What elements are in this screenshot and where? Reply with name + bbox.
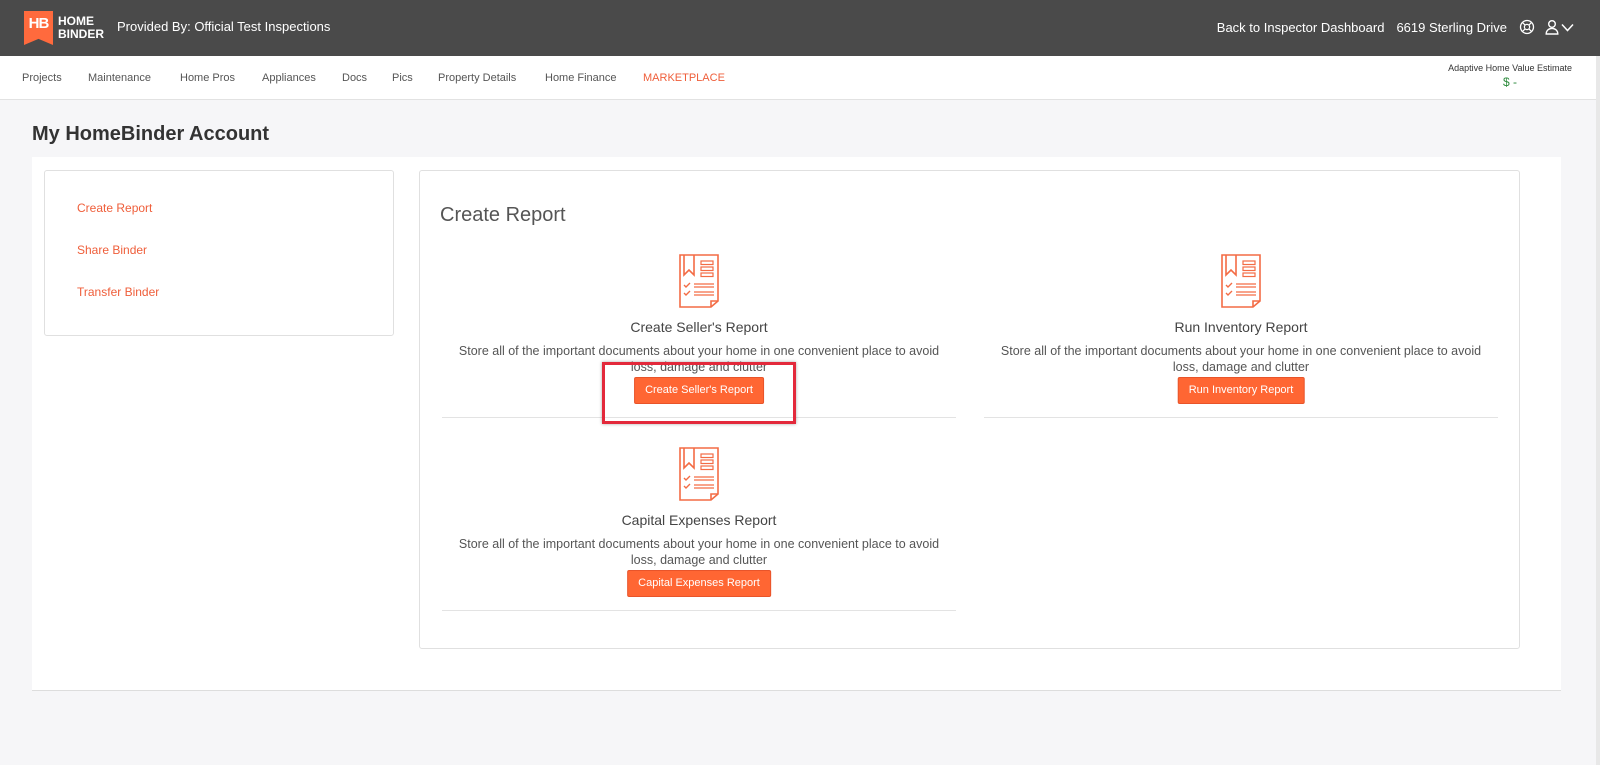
logo-line-2: BINDER xyxy=(58,27,105,41)
top-bar: HB HOME BINDER Provided By: Official Tes… xyxy=(0,0,1600,56)
card-title: Capital Expenses Report xyxy=(621,512,777,528)
address-text: 6619 Sterling Drive xyxy=(1396,19,1507,35)
card-description: Store all of the important documents abo… xyxy=(1000,344,1482,374)
create-report-panel: Create Report Create Seller's Report Sto… xyxy=(419,170,1520,649)
card-description: Store all of the important documents abo… xyxy=(458,537,940,567)
report-document-icon xyxy=(679,447,719,501)
home-value-amount: $ - xyxy=(1503,75,1518,89)
back-to-dashboard-link[interactable]: Back to Inspector Dashboard xyxy=(1217,20,1385,35)
home-value-label: Adaptive Home Value Estimate xyxy=(1448,63,1572,73)
top-right-menu: Back to Inspector Dashboard 6619 Sterlin… xyxy=(1205,19,1574,35)
sidebar-item-create-report[interactable]: Create Report xyxy=(77,201,152,215)
report-document-icon xyxy=(679,254,719,308)
panel-title: Create Report xyxy=(440,204,566,226)
highlight-box xyxy=(602,362,796,424)
page-title: My HomeBinder Account xyxy=(32,123,270,145)
logo-badge: HB xyxy=(24,11,53,45)
card-title: Run Inventory Report xyxy=(1174,319,1308,335)
provided-by-text: Provided By: Official Test Inspections xyxy=(117,19,331,34)
nav-property-details[interactable]: Property Details xyxy=(438,72,516,84)
home-value-estimate: Adaptive Home Value Estimate $ - xyxy=(1448,63,1572,89)
inventory-report-card: Run Inventory Report Store all of the im… xyxy=(984,253,1498,418)
scrollbar[interactable] xyxy=(1596,56,1600,765)
nav-maintenance[interactable]: Maintenance xyxy=(88,72,151,84)
sidebar-item-transfer-binder[interactable]: Transfer Binder xyxy=(77,285,159,299)
capital-expenses-card: Capital Expenses Report Store all of the… xyxy=(442,446,956,611)
sidebar-item-share-binder[interactable]: Share Binder xyxy=(77,243,147,257)
logo-text: HOME BINDER xyxy=(58,15,104,41)
nav-docs[interactable]: Docs xyxy=(342,72,367,84)
help-icon[interactable] xyxy=(1519,19,1535,35)
caret-down-icon[interactable] xyxy=(1561,23,1574,32)
account-sidebar: Create Report Share Binder Transfer Bind… xyxy=(44,170,394,336)
nav-home-finance[interactable]: Home Finance xyxy=(545,72,617,84)
run-inventory-report-button[interactable]: Run Inventory Report xyxy=(1177,377,1305,404)
user-icon[interactable] xyxy=(1545,19,1559,35)
nav-appliances[interactable]: Appliances xyxy=(262,72,316,84)
capital-expenses-report-button[interactable]: Capital Expenses Report xyxy=(627,570,771,597)
account-content: Create Report Share Binder Transfer Bind… xyxy=(32,157,1561,691)
homebinder-logo[interactable]: HB HOME BINDER xyxy=(24,11,104,45)
card-title: Create Seller's Report xyxy=(630,319,768,335)
nav-home-pros[interactable]: Home Pros xyxy=(180,72,235,84)
nav-marketplace[interactable]: MARKETPLACE xyxy=(643,72,725,84)
nav-projects[interactable]: Projects xyxy=(22,72,62,84)
main-nav: Projects Maintenance Home Pros Appliance… xyxy=(0,56,1596,100)
report-document-icon xyxy=(1221,254,1261,308)
nav-pics[interactable]: Pics xyxy=(392,72,413,84)
